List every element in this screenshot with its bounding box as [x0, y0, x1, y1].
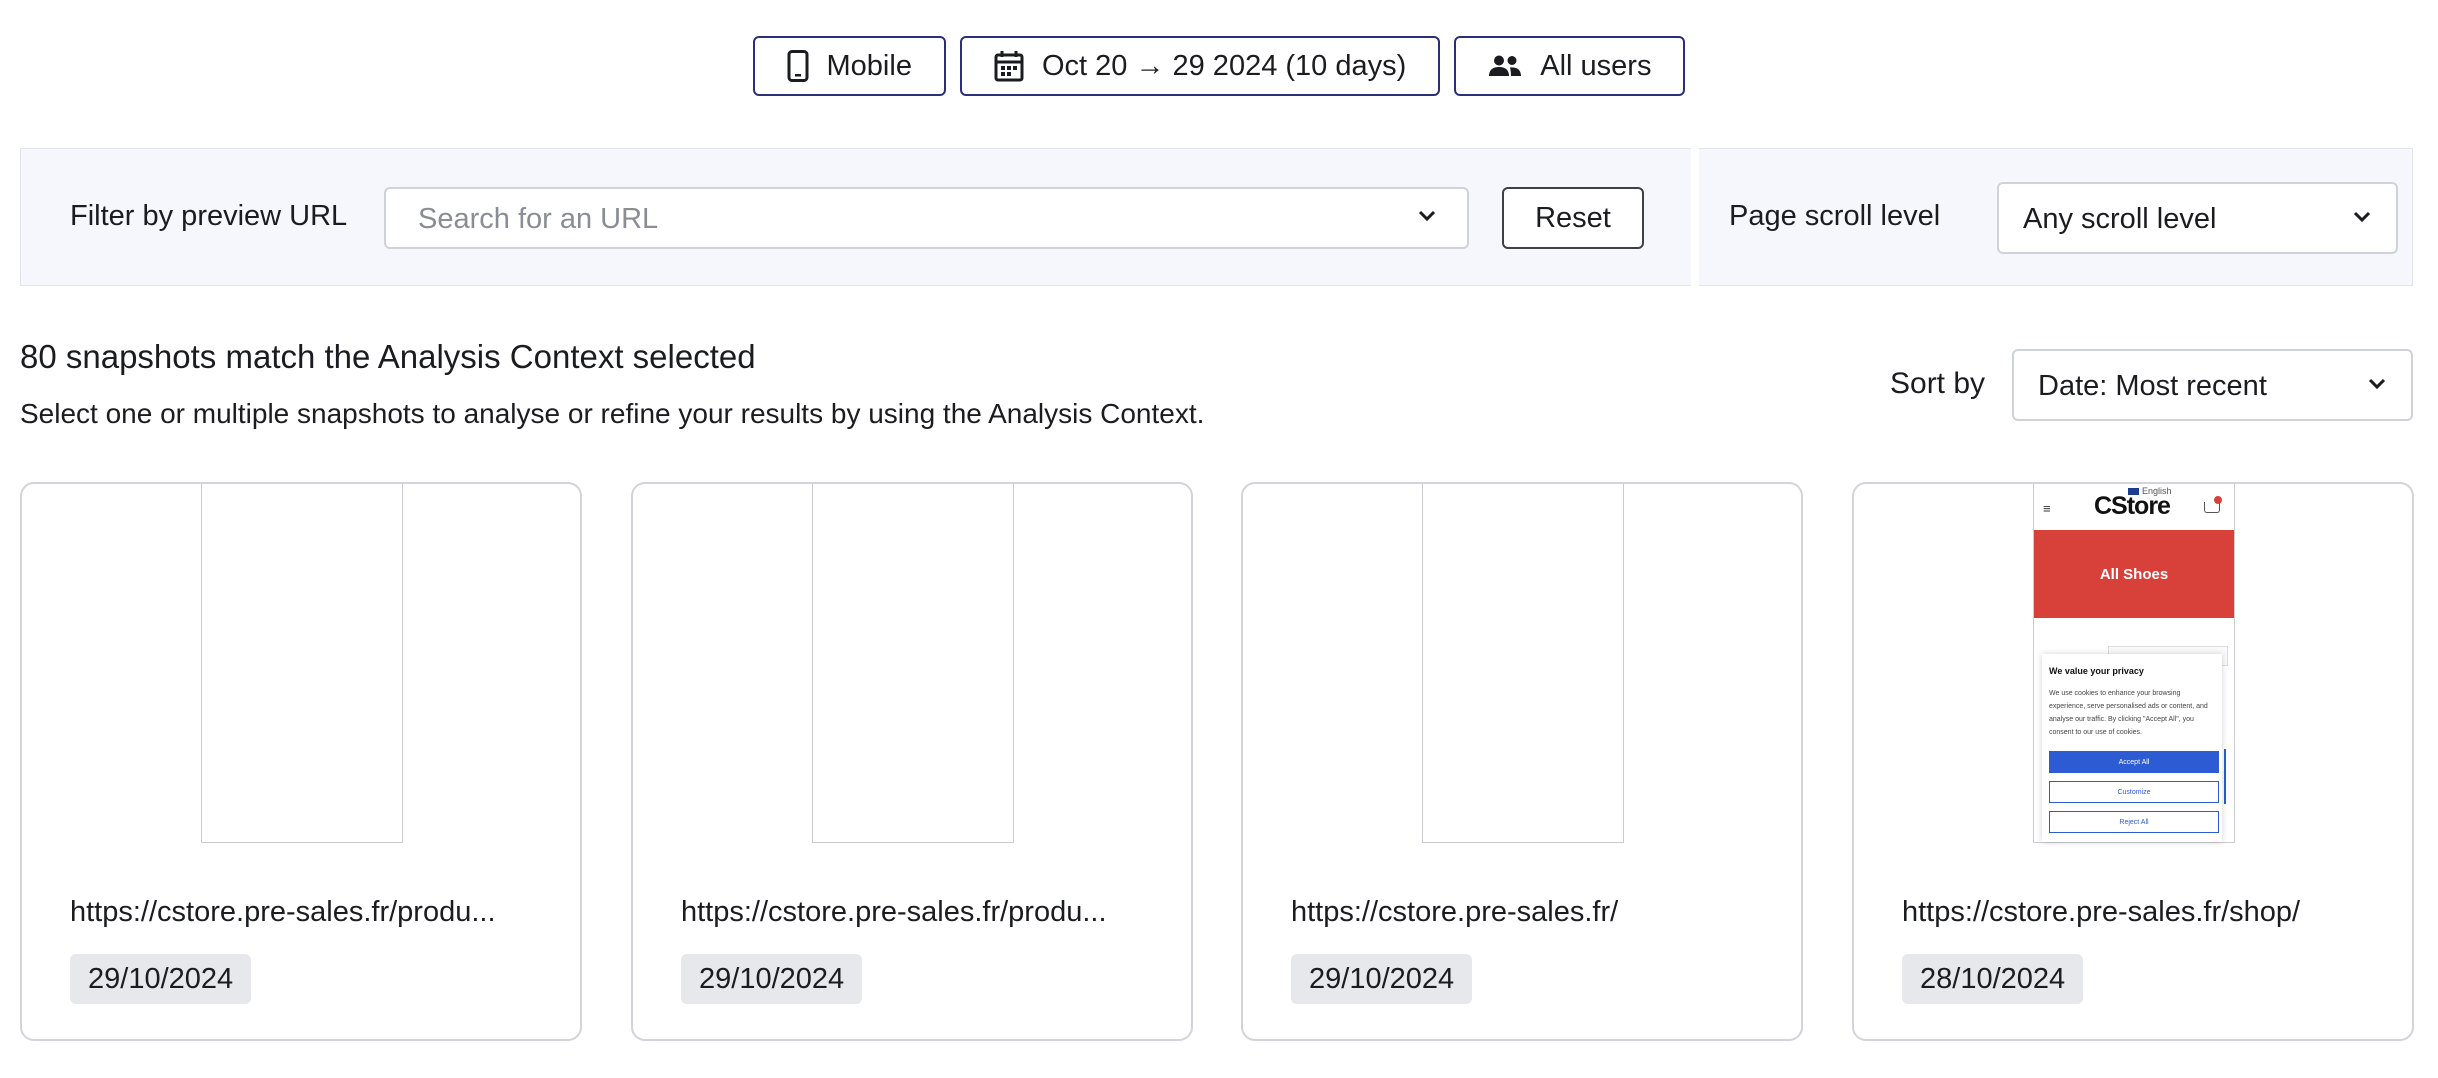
preview-logo: CStore: [2094, 492, 2171, 520]
scroll-level-label: Page scroll level: [1729, 200, 1941, 232]
snapshot-url: https://cstore.pre-sales.fr/: [1291, 896, 1619, 928]
chevron-down-icon: [1417, 209, 1437, 228]
snapshot-url: https://cstore.pre-sales.fr/produ...: [681, 896, 1107, 928]
reset-button[interactable]: Reset: [1502, 187, 1644, 249]
device-chip-label: Mobile: [826, 49, 912, 82]
scroll-level-select[interactable]: Any scroll level: [1997, 182, 2398, 254]
url-filter-panel: Filter by preview URL Search for an URL …: [20, 148, 1691, 286]
analysis-context-bar: Mobile Oct 20 → 29 2024 (10 days) All us…: [0, 36, 2438, 96]
snapshot-thumbnail: [812, 484, 1014, 843]
chevron-down-icon: [2367, 377, 2387, 396]
url-filter-label: Filter by preview URL: [70, 200, 348, 232]
users-icon: [1488, 54, 1522, 78]
segment-chip-label: All users: [1540, 49, 1652, 82]
results-subtitle: Select one or multiple snapshots to anal…: [20, 398, 1205, 429]
filter-bar: Filter by preview URL Search for an URL …: [20, 148, 2413, 286]
scroll-filter-panel: Page scroll level Any scroll level: [1699, 148, 2413, 286]
sort-by-label: Sort by: [1890, 367, 1986, 400]
smartphone-icon: [787, 50, 809, 82]
snapshot-card[interactable]: https://cstore.pre-sales.fr/produ... 29/…: [631, 482, 1193, 1041]
snapshot-url: https://cstore.pre-sales.fr/shop/: [1902, 896, 2301, 928]
sort-select[interactable]: Date: Most recent: [2012, 349, 2413, 421]
cart-badge: [2214, 496, 2222, 504]
snapshot-url: https://cstore.pre-sales.fr/produ...: [70, 896, 496, 928]
snapshot-date-badge: 29/10/2024: [1291, 954, 1473, 1004]
menu-icon: ≡: [2043, 501, 2051, 516]
preview-cookie-text: We use cookies to enhance your browsing …: [2049, 690, 2208, 736]
snapshot-date-badge: 29/10/2024: [681, 954, 863, 1004]
chevron-down-icon: [2352, 210, 2372, 229]
preview-customize-button: Customize: [2049, 781, 2219, 803]
results-count-title: 80 snapshots match the Analysis Context …: [20, 338, 756, 375]
preview-hero-title: All Shoes: [2099, 566, 2169, 583]
snapshot-date-badge: 28/10/2024: [1902, 954, 2084, 1004]
preview-cookie-title: We value your privacy: [2049, 666, 2144, 676]
preview-reject-button: Reject All: [2049, 811, 2219, 833]
segment-chip[interactable]: All users: [1454, 36, 1686, 96]
date-range-chip[interactable]: Oct 20 → 29 2024 (10 days): [959, 36, 1441, 96]
snapshot-thumbnail: [1422, 484, 1624, 843]
snapshot-card[interactable]: https://cstore.pre-sales.fr/ 29/10/2024: [1241, 482, 1803, 1041]
snapshot-thumbnail: [201, 484, 403, 843]
preview-header: English ≡ CStore: [2034, 484, 2234, 530]
preview-accept-button: Accept All: [2049, 751, 2219, 773]
device-chip[interactable]: Mobile: [752, 36, 946, 96]
sort-value: Date: Most recent: [2038, 370, 2267, 402]
calendar-icon: [994, 50, 1024, 82]
date-range-chip-label: Oct 20 → 29 2024 (10 days): [1041, 49, 1407, 82]
snapshot-thumbnail: English ≡ CStore All Shoes We value your…: [2033, 484, 2235, 843]
cstore-page-preview: English ≡ CStore All Shoes We value your…: [2034, 484, 2234, 842]
scroll-level-value: Any scroll level: [2023, 203, 2217, 235]
snapshot-date-badge: 29/10/2024: [70, 954, 252, 1004]
snapshot-card[interactable]: English ≡ CStore All Shoes We value your…: [1852, 482, 2414, 1041]
snapshot-card[interactable]: https://cstore.pre-sales.fr/produ... 29/…: [20, 482, 582, 1041]
preview-edge: [2224, 749, 2226, 804]
url-search-placeholder: Search for an URL: [418, 203, 659, 235]
preview-cookie-banner: We value your privacy We use cookies to …: [2042, 654, 2222, 842]
url-search-select[interactable]: Search for an URL: [384, 187, 1469, 249]
